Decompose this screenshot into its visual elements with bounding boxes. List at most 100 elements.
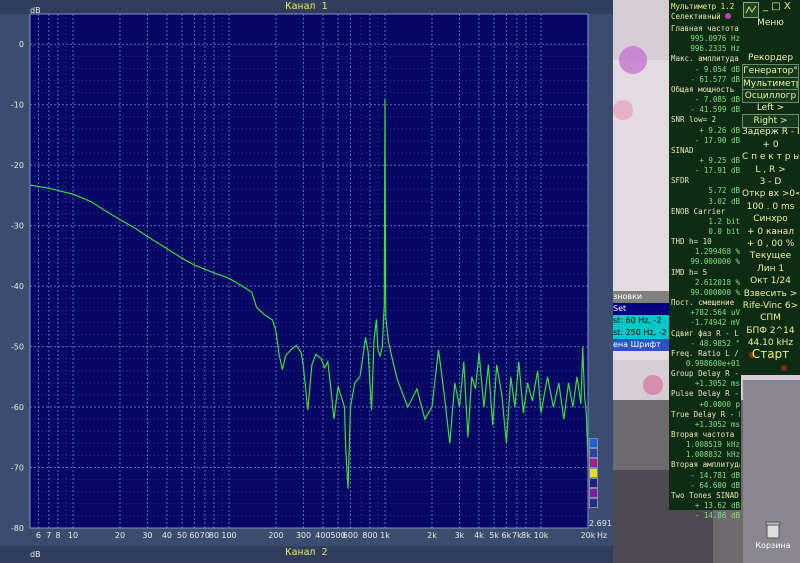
corner-value: 2.691 bbox=[589, 519, 612, 528]
meter-row-value: - 61.577 dB bbox=[690, 74, 740, 84]
close-button[interactable]: X bbox=[784, 1, 791, 12]
meter-row-title: SFDR bbox=[671, 176, 690, 186]
meter-row-value: - 7.085 dB bbox=[694, 95, 740, 105]
meter-row-value: - 41.599 dB bbox=[690, 105, 740, 115]
meter-mode-label: Селективный bbox=[671, 12, 721, 21]
x-tick-label: 7 bbox=[46, 531, 51, 540]
y-tick-label: 0 bbox=[19, 40, 24, 49]
meter-row-title: Общая мощность bbox=[671, 84, 735, 94]
control-item[interactable]: Текущее bbox=[742, 250, 799, 262]
x-tick-label: 300 bbox=[296, 531, 311, 540]
x-tick-label: 20k bbox=[581, 531, 596, 540]
meter-row-title: THD h= 10 bbox=[671, 237, 712, 247]
control-item[interactable]: Rife-Vinc 6> bbox=[742, 300, 799, 312]
meter-row-title: Two Tones SINAD bbox=[671, 490, 739, 500]
meter-row-value: 1.2 bit bbox=[708, 216, 740, 226]
meter-row-value: +782.564 uV bbox=[690, 308, 740, 318]
meter-row-title: IMD h= 5 bbox=[671, 267, 708, 277]
control-item[interactable]: L , R > bbox=[742, 164, 799, 176]
meter-row-value: -1.74942 mV bbox=[690, 318, 740, 328]
x-tick-label: 5k bbox=[489, 531, 499, 540]
x-tick-label: 6 bbox=[36, 531, 41, 540]
meter-row-value: 99.000000 % bbox=[690, 257, 740, 267]
control-item[interactable]: + 0 канал bbox=[742, 226, 799, 238]
control-item[interactable]: СПМ bbox=[742, 312, 799, 324]
spectrum-window: Канал 1 dB 0 -10 -20 -30 -40 -50 -60 -70 -80 6 7 8 1… bbox=[0, 0, 613, 563]
meter-row-title: Freq. Ratio L / R bbox=[671, 348, 740, 358]
meter-row-value: - 64.600 dB bbox=[690, 480, 740, 490]
popup-header: зновки bbox=[613, 291, 669, 303]
x-tick-label: 10 bbox=[68, 531, 78, 540]
meter-row-title: Сдвиг фаз R - L bbox=[671, 328, 739, 338]
preset-popup: зновки Set st: 60 Hz, -2 st: 250 Hz, -2 … bbox=[613, 291, 669, 351]
color-swatch-column[interactable] bbox=[589, 438, 598, 510]
control-item[interactable]: Откр вх >0< bbox=[742, 188, 799, 200]
x-tick-label: 3k bbox=[455, 531, 465, 540]
start-button[interactable]: Старт bbox=[742, 348, 799, 360]
y-tick-label: -30 bbox=[11, 222, 24, 231]
control-item[interactable]: Взвесить > bbox=[742, 288, 799, 300]
recycle-bin-icon[interactable] bbox=[763, 520, 783, 540]
x-tick-label: 80 bbox=[209, 531, 219, 540]
control-item[interactable]: Синхро bbox=[742, 213, 799, 225]
control-item[interactable]: Рекордер bbox=[742, 52, 799, 64]
y-unit-label-2: dB bbox=[30, 550, 41, 559]
control-item[interactable]: БПФ 2^14 bbox=[742, 325, 799, 337]
x-tick-label: 4k bbox=[474, 531, 484, 540]
meter-row-value: 3.02 dB bbox=[708, 196, 740, 206]
control-item[interactable]: + 0 bbox=[742, 139, 799, 151]
popup-item-0[interactable]: st: 60 Hz, -2 bbox=[613, 315, 669, 327]
meter-row-title: SNR low= 2 bbox=[671, 115, 717, 125]
meter-row-value: + 9.25 dB bbox=[699, 155, 740, 165]
control-item[interactable]: 100 . 0 ms bbox=[742, 201, 799, 213]
control-item[interactable]: + 0 , 00 % bbox=[742, 238, 799, 250]
meter-row-value: 5.72 dB bbox=[708, 186, 740, 196]
meter-row-value: 996.2335 Hz bbox=[690, 44, 740, 54]
x-tick-label: 30 bbox=[142, 531, 152, 540]
control-item[interactable]: Left > bbox=[742, 102, 799, 114]
x-tick-label: 40 bbox=[162, 531, 172, 540]
meter-mode[interactable]: Селективный bbox=[671, 12, 740, 22]
control-item[interactable]: Окт 1/24 bbox=[742, 275, 799, 287]
meter-row-value: +1.3052 ms bbox=[694, 419, 740, 429]
x-tick-label: 400 bbox=[315, 531, 330, 540]
meter-row-title: Главная частота bbox=[671, 24, 739, 33]
popup-footer[interactable]: ена Шрифт bbox=[613, 339, 669, 351]
meter-row-value: + 13.62 dB bbox=[694, 501, 740, 511]
x-tick-label: 8 bbox=[55, 531, 60, 540]
y-tick-label: -50 bbox=[11, 343, 24, 352]
meter-row-value: 2.612018 % bbox=[694, 277, 740, 287]
popup-item-1[interactable]: st: 250 Hz, -2 bbox=[613, 327, 669, 339]
multimeter-panel: Мультиметр 1.2 Селективный Главная часто… bbox=[669, 0, 741, 520]
x-tick-label: 60 bbox=[189, 531, 199, 540]
maximize-button[interactable]: □ bbox=[771, 1, 780, 12]
meter-row-value: - 48.9852 ° bbox=[690, 338, 740, 348]
x-tick-label: 6k bbox=[502, 531, 512, 540]
recycle-bin-label: Корзина bbox=[755, 541, 791, 550]
control-item[interactable]: Задерж R - L bbox=[742, 126, 799, 138]
channel2-title: Канал 2 bbox=[285, 547, 328, 558]
meter-row-value: 0.998600e+01 bbox=[685, 358, 740, 368]
meter-row-title: Вторая амплитуда bbox=[671, 460, 740, 470]
meter-row-value: 1.008519 kHz bbox=[685, 440, 740, 450]
meter-row-value: 1.008832 kHz bbox=[685, 450, 740, 460]
spectrum-trace bbox=[29, 98, 589, 489]
mode-indicator-icon bbox=[725, 13, 732, 19]
popup-set-item[interactable]: Set bbox=[613, 303, 669, 315]
x-tick-label: 8k bbox=[521, 531, 531, 540]
y-tick-label: -80 bbox=[11, 524, 24, 533]
meter-row-title: Пост. смещение bbox=[671, 298, 735, 308]
meter-row-value: +0.0000 p bbox=[699, 399, 740, 409]
control-item[interactable]: 3 - D bbox=[742, 176, 799, 188]
meter-row-value: 0.0 bit bbox=[708, 227, 740, 236]
menu-button[interactable]: Меню bbox=[742, 17, 799, 29]
y-tick-label: -10 bbox=[11, 101, 24, 110]
control-item[interactable]: Лин 1 bbox=[742, 263, 799, 275]
meter-row-value: 1.299468 % bbox=[694, 247, 740, 257]
start-indicator-right-icon bbox=[781, 365, 787, 371]
control-item[interactable]: С п е к т р ы bbox=[742, 151, 799, 163]
app-icon bbox=[743, 2, 759, 18]
meter-row-value: 995.0976 Hz bbox=[690, 34, 740, 44]
minimize-button[interactable]: _ bbox=[763, 1, 768, 12]
plot-frame bbox=[29, 13, 589, 529]
